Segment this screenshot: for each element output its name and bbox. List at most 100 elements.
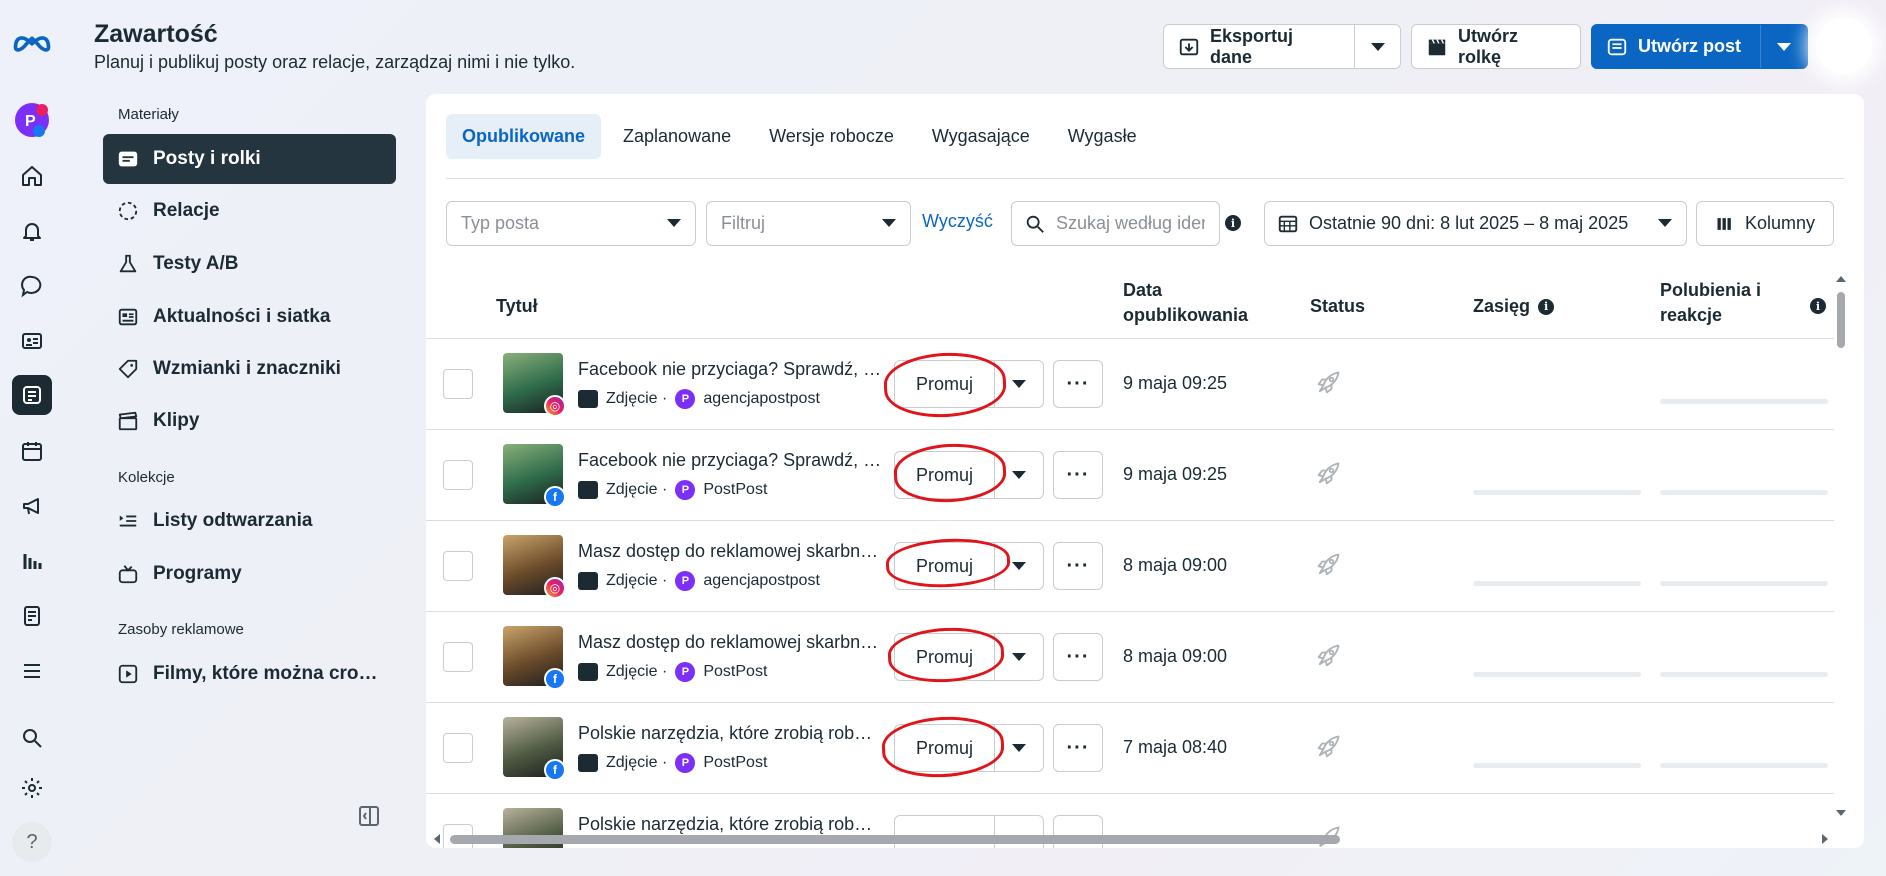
sidebar-item-clips[interactable]: Klipy (103, 396, 396, 446)
insights-icon[interactable] (12, 541, 52, 581)
sidebar-item-crosspost-videos[interactable]: Filmy, które można cro… (103, 649, 396, 699)
tab-drafts[interactable]: Wersje robocze (753, 114, 910, 159)
row-checkbox[interactable] (443, 642, 473, 672)
row-checkbox[interactable] (443, 551, 473, 581)
post-title[interactable]: Masz dostęp do reklamowej skarbnic… (578, 541, 882, 562)
promote-button[interactable]: Promuj (895, 725, 995, 771)
scroll-left-icon[interactable] (434, 834, 440, 844)
create-reel-button[interactable]: Utwórz rolkę (1411, 24, 1581, 69)
column-title[interactable]: Tytuł (496, 294, 538, 319)
info-icon[interactable]: i (1538, 298, 1555, 315)
table-row[interactable]: f Polskie narzędzia, które zrobią robotę…… (426, 702, 1834, 793)
column-status[interactable]: Status (1310, 294, 1365, 319)
post-meta: Zdjęcie · P PostPost (578, 480, 767, 500)
promote-dropdown-button[interactable] (995, 543, 1043, 589)
calendar-icon[interactable] (12, 431, 52, 471)
meta-logo-icon[interactable] (8, 22, 56, 62)
tab-expiring[interactable]: Wygasające (916, 114, 1046, 159)
promote-button[interactable]: Promuj (895, 634, 995, 680)
more-options-button[interactable]: ··· (1053, 360, 1103, 408)
horizontal-scrollbar[interactable] (426, 830, 1844, 848)
more-options-button[interactable]: ··· (1053, 451, 1103, 499)
tab-expired[interactable]: Wygasłe (1052, 114, 1153, 159)
promote-split-button[interactable]: Promuj (894, 633, 1044, 681)
chat-icon[interactable] (12, 266, 52, 306)
row-checkbox[interactable] (443, 369, 473, 399)
promote-button[interactable]: Promuj (895, 361, 995, 407)
create-post-main[interactable]: Utwórz post (1592, 25, 1760, 68)
rocket-icon (1314, 551, 1342, 579)
more-options-button[interactable]: ··· (1053, 542, 1103, 590)
table-row[interactable]: f Facebook nie przyciaga? Sprawdź, dla… Z… (426, 429, 1834, 520)
bell-icon[interactable] (12, 211, 52, 251)
promote-button[interactable]: Promuj (895, 452, 995, 498)
create-reel-main[interactable]: Utwórz rolkę (1412, 25, 1580, 68)
more-options-button[interactable]: ··· (1053, 724, 1103, 772)
scroll-down-icon[interactable] (1836, 810, 1846, 816)
contact-card-icon[interactable] (12, 321, 52, 361)
info-icon[interactable]: i (1810, 298, 1826, 314)
table-row[interactable]: f Masz dostęp do reklamowej skarbnic… Zdj… (426, 611, 1834, 702)
content-icon[interactable] (12, 375, 52, 415)
more-options-button[interactable]: ··· (1053, 633, 1103, 681)
promote-split-button[interactable]: Promuj (894, 724, 1044, 772)
table-row[interactable]: ◎ Masz dostęp do reklamowej skarbnic… Zdj… (426, 520, 1834, 611)
home-icon[interactable] (12, 156, 52, 196)
column-date[interactable]: Data opublikowania (1123, 278, 1248, 328)
post-type-select[interactable]: Typ posta (446, 201, 696, 246)
export-dropdown-button[interactable] (1354, 25, 1400, 68)
create-post-button[interactable]: Utwórz post (1591, 24, 1808, 69)
promote-dropdown-button[interactable] (995, 634, 1043, 680)
scroll-up-icon[interactable] (1836, 276, 1846, 282)
create-post-dropdown-button[interactable] (1760, 25, 1807, 68)
profile-avatar-icon[interactable]: P (12, 100, 52, 140)
sidebar-item-posts-reels[interactable]: Posty i rolki (103, 134, 396, 184)
post-account: agencjapostpost (703, 572, 820, 589)
sidebar-item-playlists[interactable]: Listy odtwarzania (103, 496, 396, 546)
date-range-select[interactable]: Ostatnie 90 dni: 8 lut 2025 – 8 maj 2025 (1264, 201, 1687, 246)
clear-filters-link[interactable]: Wyczyść (922, 211, 993, 232)
sidebar-item-mentions-tags[interactable]: Wzmianki i znaczniki (103, 344, 396, 394)
column-reach[interactable]: Zasięg i (1473, 294, 1555, 319)
scrollbar-thumb[interactable] (1837, 292, 1845, 348)
document-list-icon[interactable] (12, 596, 52, 636)
search-icon[interactable] (12, 718, 52, 758)
sidebar-section-collections: Kolekcje (118, 469, 175, 486)
post-title[interactable]: Masz dostęp do reklamowej skarbnic… (578, 632, 882, 653)
promote-button[interactable]: Promuj (895, 543, 995, 589)
promote-split-button[interactable]: Promuj (894, 542, 1044, 590)
export-data-main[interactable]: Eksportuj dane (1164, 25, 1354, 68)
row-checkbox[interactable] (443, 460, 473, 490)
megaphone-icon[interactable] (12, 486, 52, 526)
help-icon[interactable]: ? (12, 822, 52, 862)
tab-scheduled[interactable]: Zaplanowane (607, 114, 747, 159)
export-data-button[interactable]: Eksportuj dane (1163, 24, 1401, 69)
gear-icon[interactable] (12, 768, 52, 808)
menu-icon[interactable] (12, 651, 52, 691)
promote-dropdown-button[interactable] (995, 725, 1043, 771)
promote-dropdown-button[interactable] (995, 361, 1043, 407)
post-title[interactable]: Polskie narzędzia, które zrobią robotę… (578, 723, 882, 744)
sidebar-item-shows[interactable]: Programy (103, 549, 396, 599)
row-checkbox[interactable] (443, 733, 473, 763)
avatar[interactable] (1816, 18, 1872, 74)
promote-dropdown-button[interactable] (995, 452, 1043, 498)
search-input[interactable]: Szukaj według iden (1011, 201, 1220, 246)
info-icon[interactable]: i (1225, 215, 1241, 231)
sidebar-item-ab-tests[interactable]: Testy A/B (103, 239, 396, 289)
tab-published[interactable]: Opublikowane (446, 114, 602, 159)
post-title[interactable]: Facebook nie przyciaga? Sprawdź, dla… (578, 359, 882, 380)
sidebar-item-feed-grid[interactable]: Aktualności i siatka (103, 292, 396, 342)
table-row[interactable]: ◎ Facebook nie przyciaga? Sprawdź, dla… Z… (426, 338, 1834, 429)
promote-split-button[interactable]: Promuj (894, 451, 1044, 499)
columns-button[interactable]: Kolumny (1696, 201, 1834, 246)
post-title[interactable]: Facebook nie przyciaga? Sprawdź, dla… (578, 450, 882, 471)
promote-split-button[interactable]: Promuj (894, 360, 1044, 408)
scroll-right-icon[interactable] (1822, 834, 1828, 844)
sidebar-item-stories[interactable]: Relacje (103, 186, 396, 236)
column-likes[interactable]: Polubienia i reakcje (1660, 278, 1761, 328)
vertical-scrollbar[interactable] (1834, 274, 1848, 824)
filter-select[interactable]: Filtruj (706, 201, 911, 246)
scrollbar-thumb[interactable] (450, 835, 1340, 844)
collapse-sidebar-icon[interactable] (357, 804, 381, 828)
